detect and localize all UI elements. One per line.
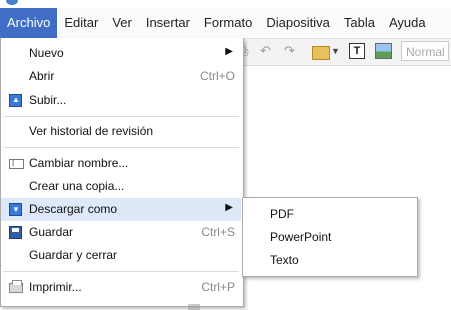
shortcut-label: Ctrl+P <box>201 280 235 294</box>
menu-separator <box>3 147 239 148</box>
menu-item-guardar[interactable]: Guardar Ctrl+S <box>1 221 241 244</box>
menu-item-cambiar-nombre[interactable]: Cambiar nombre... <box>1 152 241 175</box>
top-strip <box>0 0 451 8</box>
rename-icon <box>9 159 24 169</box>
menu-ayuda[interactable]: Ayuda <box>382 8 433 38</box>
menu-item-label: Guardar y cerrar <box>29 248 118 262</box>
menu-item-label: Ver historial de revisión <box>29 124 154 138</box>
menu-item-abrir[interactable]: Abrir Ctrl+O <box>1 65 241 88</box>
style-select[interactable]: Normal <box>401 41 449 61</box>
menu-item-label: Cambiar nombre... <box>29 156 129 170</box>
menu-item-descargar-como[interactable]: Descargar como ▶ <box>1 198 241 221</box>
menu-ver[interactable]: Ver <box>105 8 139 38</box>
textbox-icon[interactable]: T <box>349 43 365 59</box>
canvas-fragment <box>188 304 200 310</box>
folder-icon[interactable] <box>312 46 330 60</box>
download-icon <box>9 203 22 216</box>
upload-icon <box>9 94 22 107</box>
shortcut-label: Ctrl+S <box>201 225 235 239</box>
menu-item-crear-copia[interactable]: Crear una copia... <box>1 175 241 198</box>
menu-item-label: Nuevo <box>29 46 64 60</box>
menu-item-subir[interactable]: Subir... <box>1 89 241 112</box>
undo-icon[interactable]: ↶ <box>260 42 271 60</box>
redo-icon[interactable]: ↷ <box>284 42 295 60</box>
menu-item-label: Imprimir... <box>29 280 82 294</box>
submenu-item-label: Texto <box>270 253 299 267</box>
submenu-item-powerpoint[interactable]: PowerPoint <box>243 226 417 249</box>
menu-editar[interactable]: Editar <box>57 8 105 38</box>
menu-item-imprimir[interactable]: Imprimir... Ctrl+P <box>1 276 241 299</box>
menu-formato[interactable]: Formato <box>197 8 259 38</box>
menu-item-label: Crear una copia... <box>29 179 125 193</box>
chevron-down-icon[interactable]: ▼ <box>331 42 340 60</box>
menu-diapositiva[interactable]: Diapositiva <box>259 8 337 38</box>
menu-item-label: Abrir <box>29 69 55 83</box>
menu-item-label: Subir... <box>29 93 67 107</box>
submenu-arrow-icon: ▶ <box>225 46 233 57</box>
menu-item-nuevo[interactable]: Nuevo ▶ <box>1 42 241 65</box>
logo-fragment <box>6 0 18 5</box>
save-icon <box>9 226 22 239</box>
submenu-arrow-icon: ▶ <box>225 202 233 213</box>
submenu-item-texto[interactable]: Texto <box>243 249 417 272</box>
shortcut-label: Ctrl+O <box>199 69 235 83</box>
submenu-item-label: PDF <box>270 207 294 221</box>
submenu-item-pdf[interactable]: PDF <box>243 203 417 226</box>
menu-separator <box>3 271 239 272</box>
submenu-item-label: PowerPoint <box>270 230 332 244</box>
menu-item-guardar-cerrar[interactable]: Guardar y cerrar <box>1 244 241 267</box>
print-icon <box>9 280 23 293</box>
menubar: Archivo Editar Ver Insertar Formato Diap… <box>0 8 451 39</box>
menu-insertar[interactable]: Insertar <box>139 8 197 38</box>
file-menu: Nuevo ▶ Abrir Ctrl+O Subir... Ver histor… <box>0 38 244 307</box>
menu-item-label: Descargar como <box>29 202 118 216</box>
menu-item-label: Guardar <box>29 225 74 239</box>
menu-item-historial[interactable]: Ver historial de revisión <box>1 120 241 143</box>
menu-separator <box>3 116 239 117</box>
menu-archivo[interactable]: Archivo <box>0 8 58 38</box>
menu-tabla[interactable]: Tabla <box>337 8 382 38</box>
image-icon[interactable] <box>375 43 392 59</box>
download-submenu: PDF PowerPoint Texto <box>242 197 418 277</box>
